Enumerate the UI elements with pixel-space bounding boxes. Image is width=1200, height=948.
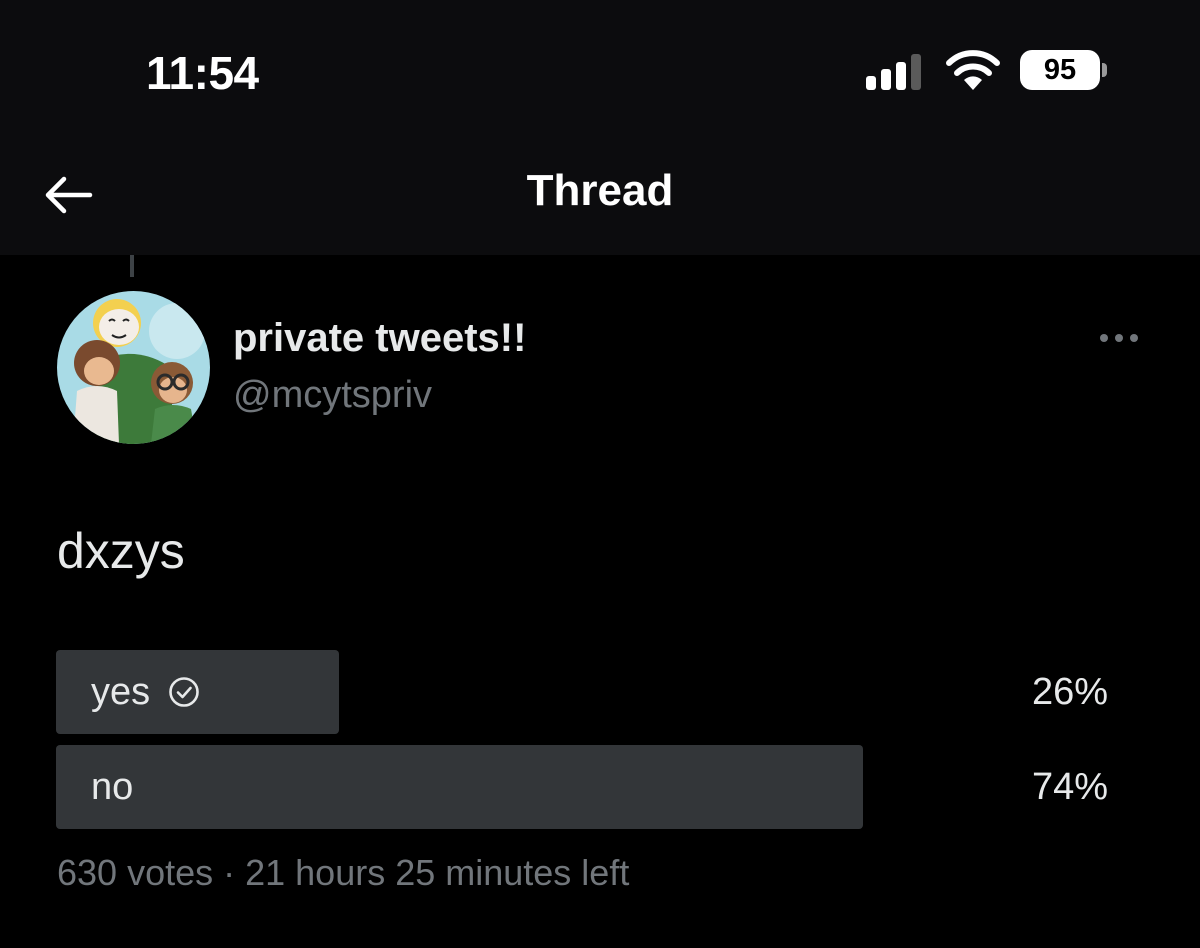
poll-result-bar: [56, 745, 863, 829]
poll-meta: 630 votes · 21 hours 25 minutes left: [57, 852, 630, 893]
check-circle-icon: [169, 677, 199, 707]
poll-option-no[interactable]: no 74%: [56, 745, 1116, 829]
more-options-button[interactable]: [1094, 326, 1144, 350]
thread-connector-line: [130, 255, 134, 277]
poll-option-percent: 74%: [1031, 766, 1108, 808]
author-display-name[interactable]: private tweets!!: [233, 316, 526, 361]
poll-option-text: no: [91, 766, 134, 808]
avatar-illustration: [57, 291, 210, 444]
poll-option-yes[interactable]: yes 26%: [56, 650, 1116, 734]
more-horizontal-icon: [1100, 334, 1138, 342]
battery-level: 95: [1020, 50, 1100, 90]
status-time: 11:54: [146, 47, 259, 99]
poll-option-percent: 26%: [1031, 671, 1108, 713]
tweet-text: dxzys: [57, 523, 185, 579]
author-handle[interactable]: @mcytspriv: [233, 374, 432, 417]
battery-tip: [1102, 63, 1107, 77]
navigation-bar: Thread: [0, 150, 1200, 255]
wifi-icon: [946, 50, 1000, 90]
status-bar: 11:54 95: [0, 0, 1200, 150]
page-title: Thread: [526, 166, 674, 215]
avatar[interactable]: [57, 291, 210, 444]
battery-indicator: 95: [1020, 50, 1108, 92]
poll-option-label: no: [91, 745, 133, 829]
poll-option-text: yes: [91, 671, 151, 713]
cellular-signal-icon: [866, 54, 921, 90]
poll-option-label: yes: [91, 650, 200, 734]
